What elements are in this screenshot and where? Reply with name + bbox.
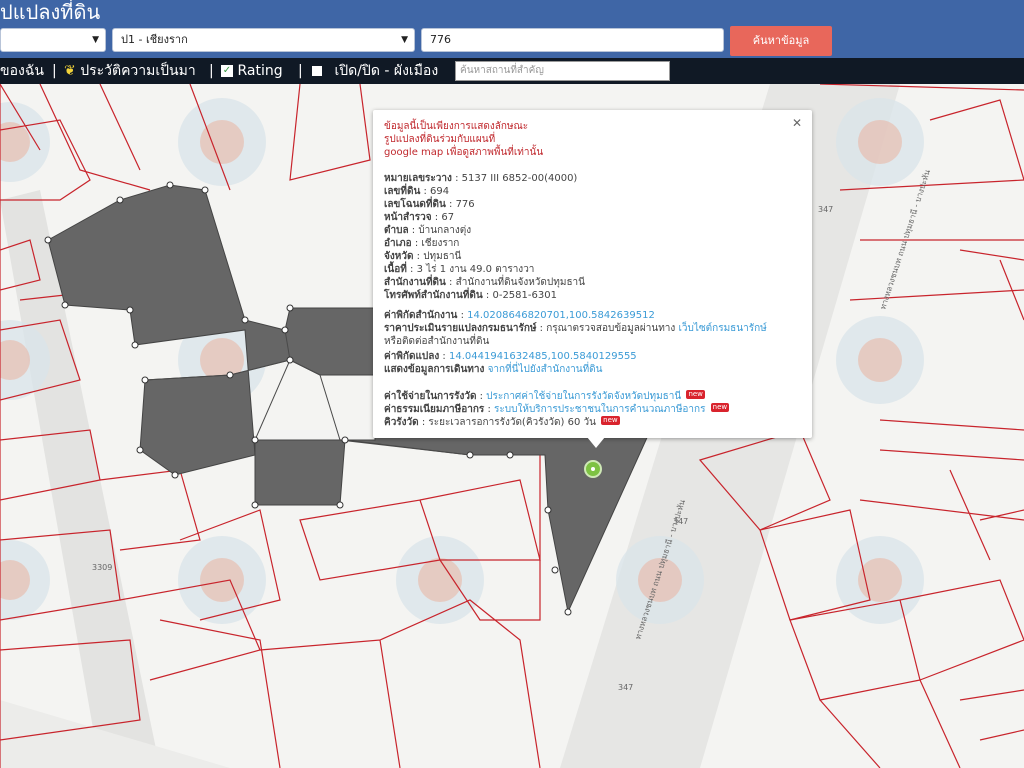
- history-link[interactable]: ❦ ประวัติความเป็นมา: [64, 58, 196, 84]
- row-value: 776: [455, 199, 475, 210]
- new-badge: new: [601, 416, 620, 425]
- row-label: หน้าสำรวจ: [384, 212, 432, 223]
- office-coordinate-link[interactable]: 14.0208646820701,100.5842639512: [467, 310, 655, 321]
- sprout-icon: ❦: [64, 63, 76, 79]
- row-value: 0-2581-6301: [492, 290, 557, 301]
- district-select-value: ป1 - เชียงราก: [121, 33, 188, 46]
- popup-pointer: [587, 437, 605, 448]
- info-row: เลขที่ดิน : 694: [384, 186, 450, 197]
- road-number-label: 347: [618, 683, 633, 692]
- parcel-info-popup: ✕ ข้อมูลนี้เป็นเพียงการแสดงลักษณะ รูปแปล…: [373, 110, 812, 448]
- row-label: โทรศัพท์สำนักงานที่ดิน: [384, 290, 483, 301]
- survey-fee-row: ค่าใช้จ่ายในการรังวัด : ประกาศค่าใช้จ่าย…: [384, 390, 705, 402]
- info-row: ตำบล : บ้านกลางตุ่ง: [384, 225, 472, 236]
- row-label: สำนักงานที่ดิน: [384, 277, 446, 288]
- office-coordinate-row: ค่าพิกัดสำนักงาน : 14.0208646820701,100.…: [384, 310, 655, 321]
- row-label: เนื้อที่: [384, 264, 407, 275]
- separator: |: [52, 63, 57, 79]
- parcel-coordinate-link[interactable]: 14.0441941632485,100.5840129555: [449, 351, 637, 362]
- checkbox-icon: ✓: [221, 65, 233, 77]
- info-row: โทรศัพท์สำนักงานที่ดิน : 0-2581-6301: [384, 290, 557, 301]
- deed-number-input[interactable]: 776: [421, 28, 724, 52]
- row-value: เชียงราก: [421, 238, 460, 249]
- row-label: คิวรังวัด: [384, 417, 419, 428]
- row-value: 3 ไร่ 1 งาน 49.0 ตารางวา: [416, 264, 535, 275]
- row-label: ตำบล: [384, 225, 409, 236]
- checkbox-icon: [312, 66, 322, 76]
- info-row: สำนักงานที่ดิน : สำนักงานที่ดินจังหวัดปท…: [384, 277, 586, 288]
- row-label: ราคาประเมินรายแปลงกรมธนารักษ์: [384, 323, 537, 334]
- rating-label: Rating: [237, 63, 283, 79]
- row-label: เลขที่ดิน: [384, 186, 421, 197]
- separator: |: [298, 63, 303, 79]
- route-link[interactable]: จากที่นี่ไปยังสำนักงานที่ดิน: [488, 364, 603, 375]
- route-row: แสดงข้อมูลการเดินทาง จากที่นี่ไปยังสำนัก…: [384, 363, 603, 376]
- chevron-down-icon: ▼: [92, 35, 99, 45]
- row-label: หมายเลขระวาง: [384, 173, 452, 184]
- location-pin-icon[interactable]: [584, 460, 602, 478]
- row-value: ปทุมธานี: [423, 251, 462, 262]
- search-button[interactable]: ค้นหาข้อมูล: [730, 26, 832, 56]
- survey-fee-link[interactable]: ประกาศค่าใช้จ่ายในการรังวัดจังหวัดปทุมธา…: [486, 391, 681, 402]
- row-label: ค่าพิกัดสำนักงาน: [384, 310, 458, 321]
- row-label: แสดงข้อมูลการเดินทาง: [384, 364, 485, 375]
- row-value: ระยะเวลารอการรังวัด(คิวรังวัด) 60 วัน: [428, 417, 596, 428]
- toolbar-my-items[interactable]: ของฉัน: [0, 58, 44, 84]
- popup-notice: google map เพื่อดูสภาพพื้นที่เท่านั้น: [384, 147, 544, 158]
- new-badge: new: [686, 390, 705, 399]
- toolbar: ของฉัน | ❦ ประวัติความเป็นมา | ✓ Rating …: [0, 58, 1024, 84]
- row-label: จังหวัด: [384, 251, 414, 262]
- row-value: กรุณาตรวจสอบข้อมูลผ่านทาง: [546, 323, 676, 334]
- close-icon[interactable]: ✕: [792, 116, 802, 130]
- row-label: เลขโฉนดที่ดิน: [384, 199, 446, 210]
- info-row: จังหวัด : ปทุมธานี: [384, 251, 462, 262]
- road-number-label: 347: [818, 205, 833, 214]
- parcel-coordinate-row: ค่าพิกัดแปลง : 14.0441941632485,100.5840…: [384, 351, 637, 362]
- row-label: ค่าใช้จ่ายในการรังวัด: [384, 391, 477, 402]
- appraisal-note: หรือติดต่อสำนักงานที่ดิน: [384, 336, 490, 347]
- row-label: อำเภอ: [384, 238, 412, 249]
- row-value: 67: [441, 212, 455, 223]
- row-value: 694: [430, 186, 450, 197]
- new-badge: new: [710, 403, 730, 412]
- separator: |: [209, 63, 214, 79]
- chevron-down-icon: ▼: [401, 35, 408, 45]
- info-row: หน้าสำรวจ : 67: [384, 212, 455, 223]
- page-title: ปแปลงที่ดิน: [0, 0, 101, 24]
- district-select[interactable]: ป1 - เชียงราก ▼: [112, 28, 415, 52]
- info-row: เลขโฉนดที่ดิน : 776: [384, 199, 475, 210]
- info-row: หมายเลขระวาง : 5137 III 6852-00(4000): [384, 173, 578, 184]
- row-value: บ้านกลางตุ่ง: [418, 225, 472, 236]
- survey-queue-row: คิวรังวัด : ระยะเวลารอการรังวัด(คิวรังวั…: [384, 416, 620, 428]
- treasury-website-link[interactable]: เว็บไซต์กรมธนารักษ์: [678, 323, 766, 334]
- popup-notice: ข้อมูลนี้เป็นเพียงการแสดงลักษณะ: [384, 121, 529, 132]
- zoning-toggle[interactable]: เปิด/ปิด - ผังเมือง: [312, 58, 438, 84]
- row-label: ค่าพิกัดแปลง: [384, 351, 440, 362]
- landmark-search-input[interactable]: ค้นหาสถานที่สำคัญ: [455, 61, 670, 81]
- history-label: ประวัติความเป็นมา: [80, 63, 196, 79]
- tax-row: ค่าธรรมเนียมภาษีอากร : ระบบให้บริการประช…: [384, 403, 730, 415]
- row-label: ค่าธรรมเนียมภาษีอากร: [384, 404, 485, 415]
- info-row: เนื้อที่ : 3 ไร่ 1 งาน 49.0 ตารางวา: [384, 264, 535, 275]
- info-row: อำเภอ : เชียงราก: [384, 238, 460, 249]
- appraisal-row: ราคาประเมินรายแปลงกรมธนารักษ์ : กรุณาตรว…: [384, 323, 767, 334]
- zoning-label: เปิด/ปิด - ผังเมือง: [334, 63, 439, 79]
- province-select[interactable]: ▼: [0, 28, 106, 52]
- popup-notice: รูปแปลงที่ดินร่วมกับแผนที่: [384, 134, 496, 145]
- tax-link[interactable]: ระบบให้บริการประชาชนในการคำนวณภาษีอากร: [494, 404, 705, 415]
- rating-link[interactable]: ✓ Rating: [221, 58, 283, 84]
- app-header: ปแปลงที่ดิน ▼ ป1 - เชียงราก ▼ 776 ค้นหาข…: [0, 0, 1024, 62]
- road-number-label: 3309: [92, 563, 112, 572]
- row-value: 5137 III 6852-00(4000): [461, 173, 578, 184]
- row-value: สำนักงานที่ดินจังหวัดปทุมธานี: [455, 277, 586, 288]
